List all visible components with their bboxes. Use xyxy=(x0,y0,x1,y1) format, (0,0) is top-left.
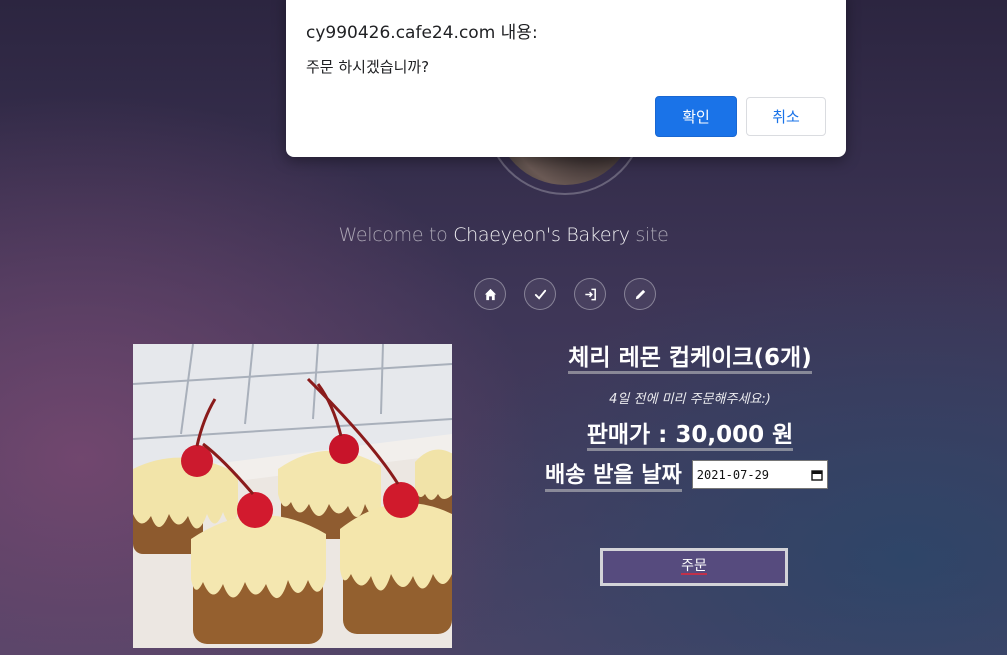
product-title: 체리 레몬 컵케이크(6개) xyxy=(480,338,900,374)
confirm-ok-button[interactable]: 확인 xyxy=(655,96,737,137)
order-button-label: 주문 xyxy=(681,558,707,575)
product-name: 체리 레몬 컵케이크(6개) xyxy=(568,345,812,374)
welcome-suffix: site xyxy=(629,224,669,246)
home-button[interactable] xyxy=(474,278,506,310)
delivery-date-label: 배송 받을 날짜 xyxy=(545,457,682,492)
delivery-date-input[interactable]: 2021-07-29 xyxy=(691,460,828,489)
welcome-brand: Chaeyeon's Bakery xyxy=(453,224,630,246)
confirm-cancel-button[interactable]: 취소 xyxy=(746,97,826,136)
product-price: 판매가 : 30,000 원 xyxy=(480,415,900,451)
dialog-title: cy990426.cafe24.com 내용: xyxy=(306,23,538,43)
dialog-message: 주문 하시겠습니까? xyxy=(306,58,430,76)
date-value: 2021-07-29 xyxy=(696,467,770,482)
welcome-text: Welcome to Chaeyeon's Bakery site xyxy=(0,224,1007,246)
icon-nav xyxy=(474,278,656,310)
price-text: 판매가 : 30,000 원 xyxy=(586,422,794,451)
pencil-icon xyxy=(635,289,645,299)
order-button[interactable]: 주문 xyxy=(600,548,788,586)
delivery-date-row: 배송 받을 날짜 2021-07-29 xyxy=(545,457,828,492)
write-button[interactable] xyxy=(624,278,656,310)
home-icon xyxy=(484,288,496,300)
check-button[interactable] xyxy=(524,278,556,310)
order-notice: 4일 전에 미리 주문해주세요:) xyxy=(609,392,771,407)
login-icon xyxy=(584,288,596,300)
confirm-dialog: cy990426.cafe24.com 내용: 주문 하시겠습니까? 확인 취소 xyxy=(286,0,846,157)
welcome-prefix: Welcome to xyxy=(338,224,454,246)
calendar-icon[interactable] xyxy=(811,469,823,481)
check-icon xyxy=(534,289,546,300)
cupcake-photo xyxy=(133,344,452,648)
login-button[interactable] xyxy=(574,278,606,310)
product-image xyxy=(133,344,452,648)
